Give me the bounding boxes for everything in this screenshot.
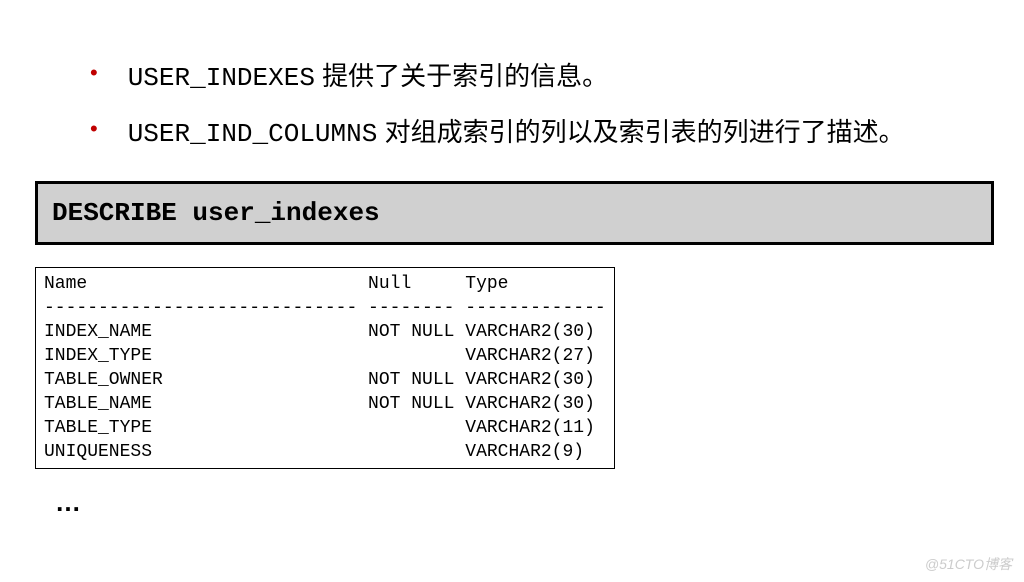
output-row: UNIQUENESS VARCHAR2(9) <box>44 442 584 462</box>
slide-content: • USER_INDEXES 提供了关于索引的信息。 • USER_IND_CO… <box>0 0 1024 155</box>
sql-code-box: DESCRIBE user_indexes <box>35 181 994 245</box>
output-row: TABLE_TYPE VARCHAR2(11) <box>44 418 595 438</box>
bullet-text: USER_IND_COLUMNS 对组成索引的列以及索引表的列进行了描述。 <box>128 111 905 155</box>
bullet-marker: • <box>90 55 98 91</box>
bullet-item: • USER_IND_COLUMNS 对组成索引的列以及索引表的列进行了描述。 <box>90 111 964 155</box>
output-row: INDEX_NAME NOT NULL VARCHAR2(30) <box>44 322 595 342</box>
output-header: Name Null Type <box>44 274 508 294</box>
ellipsis-text: … <box>55 487 1024 518</box>
bullet-description: 提供了关于索引的信息。 <box>315 61 608 91</box>
watermark-text: @51CTO博客 <box>925 554 1012 574</box>
output-row: TABLE_OWNER NOT NULL VARCHAR2(30) <box>44 370 595 390</box>
sql-command: DESCRIBE user_indexes <box>52 198 380 228</box>
code-identifier: USER_IND_COLUMNS <box>128 119 378 149</box>
bullet-marker: • <box>90 111 98 147</box>
output-row: INDEX_TYPE VARCHAR2(27) <box>44 346 595 366</box>
code-identifier: USER_INDEXES <box>128 63 315 93</box>
sql-output-box: Name Null Type -------------------------… <box>35 267 615 469</box>
bullet-item: • USER_INDEXES 提供了关于索引的信息。 <box>90 55 964 99</box>
output-separator: ----------------------------- -------- -… <box>44 298 606 318</box>
output-row: TABLE_NAME NOT NULL VARCHAR2(30) <box>44 394 595 414</box>
bullet-description: 对组成索引的列以及索引表的列进行了描述。 <box>377 117 904 147</box>
bullet-text: USER_INDEXES 提供了关于索引的信息。 <box>128 55 608 99</box>
